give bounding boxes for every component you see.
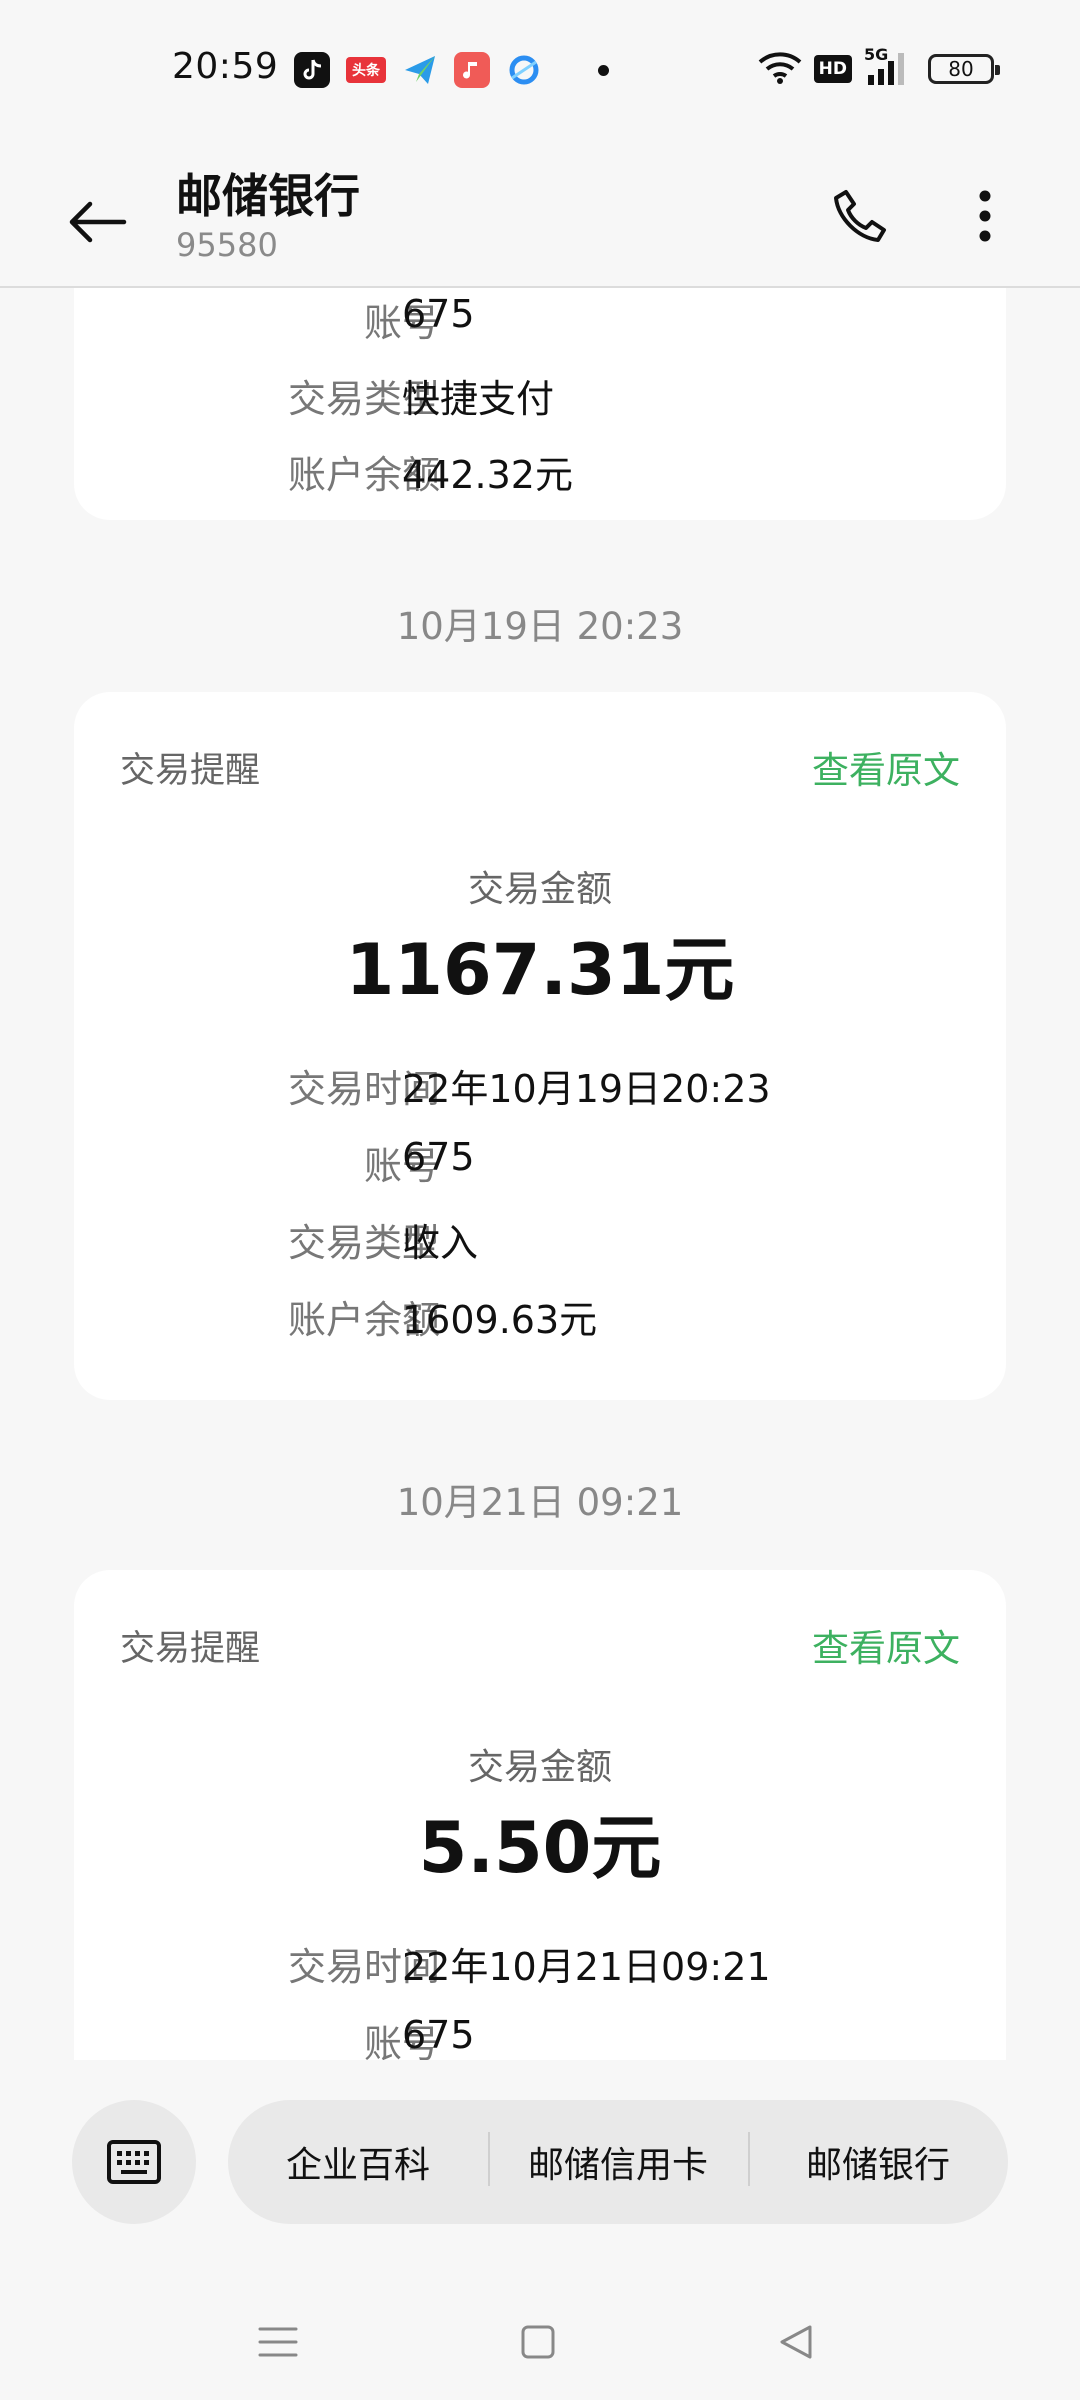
message-card[interactable]: 交易提醒 查看原文 交易金额 5.50元 交易时间 22年10月21日09:21… [74, 1570, 1006, 2060]
amount-label: 交易金额 [467, 869, 612, 910]
paper-plane-icon [402, 52, 438, 88]
detail-row: 账户余额 1609.63元 [74, 1289, 1006, 1342]
more-vertical-icon [979, 190, 991, 242]
music-icon [454, 52, 490, 88]
row-value: 675 [402, 2013, 475, 2057]
card-heading: 交易提醒 [120, 751, 261, 791]
keyboard-button[interactable] [72, 2100, 196, 2224]
detail-row: 账号 675 [74, 292, 1006, 345]
home-button[interactable] [498, 2302, 578, 2382]
detail-row: 账户余额 442.32元 [74, 444, 1006, 497]
amount-value: 1167.31元 [345, 929, 735, 1011]
detail-row: 交易时间 22年10月21日09:21 [74, 1936, 1006, 1989]
tiktok-icon [294, 52, 330, 88]
detail-row: 账号 675 [74, 2013, 1006, 2060]
view-original-link[interactable]: 查看原文 [812, 740, 960, 794]
battery-indicator: 80 [928, 54, 1000, 84]
toutiao-icon: 头条 [346, 57, 386, 83]
status-right: HD 5G 80 [758, 45, 1000, 88]
phone-icon [834, 190, 886, 242]
wifi-icon [758, 50, 802, 88]
card-heading: 交易提醒 [120, 1629, 261, 1669]
nav-back-button[interactable] [756, 2302, 836, 2382]
row-value: 快捷支付 [402, 377, 555, 421]
row-value: 442.32元 [402, 453, 573, 497]
menu-item-credit-card[interactable]: 邮储信用卡 [488, 2132, 748, 2188]
status-time: 20:59 [172, 46, 279, 87]
browser-icon [506, 52, 542, 88]
detail-row: 交易类型 快捷支付 [74, 368, 1006, 421]
notification-icons: 头条 [294, 52, 609, 88]
row-value: 675 [402, 1135, 475, 1179]
amount-value: 5.50元 [418, 1807, 662, 1889]
service-menu: 企业百科 邮储信用卡 邮储银行 [228, 2100, 1008, 2224]
view-original-link[interactable]: 查看原文 [812, 1618, 960, 1672]
back-triangle-icon [780, 2325, 812, 2359]
message-timestamp: 10月19日 20:23 [396, 605, 684, 648]
message-timestamp: 10月21日 09:21 [396, 1481, 684, 1524]
call-button[interactable] [820, 176, 900, 256]
back-arrow-icon [69, 201, 127, 243]
row-value: 22年10月21日09:21 [402, 1945, 771, 1989]
back-button[interactable] [58, 182, 138, 262]
row-value: 675 [402, 292, 475, 336]
home-icon [521, 2325, 555, 2359]
signal-icon: 5G [864, 45, 916, 87]
conversation-header: 邮储银行 95580 [0, 140, 1080, 288]
sender-number: 95580 [176, 226, 278, 264]
message-list[interactable]: 账号 675 交易类型 快捷支付 账户余额 442.32元 10月19日 20:… [0, 288, 1080, 2060]
message-card[interactable]: 交易提醒 查看原文 交易金额 1167.31元 交易时间 22年10月19日20… [74, 692, 1006, 1400]
row-value: 收入 [402, 1221, 479, 1265]
page-title: 邮储银行 [176, 169, 360, 223]
amount-label: 交易金额 [467, 1747, 612, 1788]
more-notifications-dot [598, 64, 609, 76]
more-options-button[interactable] [950, 176, 1020, 256]
hd-badge: HD [813, 55, 852, 83]
system-nav-bar [0, 2280, 1080, 2390]
row-value: 22年10月19日20:23 [402, 1067, 771, 1111]
detail-row: 交易类型 收入 [74, 1212, 1006, 1265]
recent-apps-button[interactable] [238, 2302, 318, 2382]
status-bar: 20:59 头条 HD 5G 80 [0, 0, 1080, 140]
menu-item-encyclopedia[interactable]: 企业百科 [228, 2136, 488, 2188]
keyboard-icon [107, 2140, 161, 2184]
detail-row: 账号 675 [74, 1135, 1006, 1188]
menu-icon [258, 2327, 298, 2357]
row-value: 1609.63元 [402, 1298, 598, 1342]
message-card-partial: 账号 675 交易类型 快捷支付 账户余额 442.32元 [74, 288, 1006, 520]
menu-item-bank[interactable]: 邮储银行 [748, 2132, 1008, 2188]
detail-row: 交易时间 22年10月19日20:23 [74, 1058, 1006, 1111]
